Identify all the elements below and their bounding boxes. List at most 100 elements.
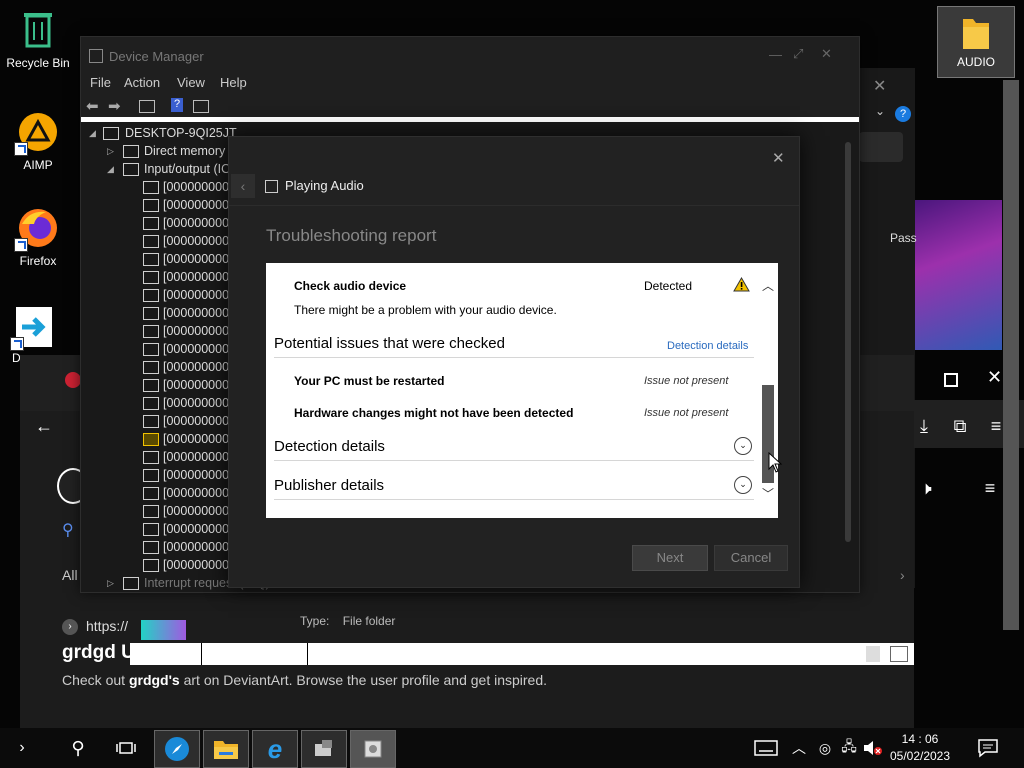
device-icon <box>143 559 159 572</box>
taskbar-app-internet-explorer[interactable]: e <box>252 730 298 768</box>
task-view-icon[interactable] <box>104 730 148 766</box>
result-url[interactable]: https:// <box>86 618 128 634</box>
help-icon[interactable]: ? <box>895 106 911 122</box>
collapsed-arrow-icon: ▷ <box>107 146 114 156</box>
volume-muted-icon[interactable] <box>860 730 886 766</box>
expand-publisher-icon[interactable]: ⌄ <box>734 476 752 494</box>
taskbar-app-troubleshooter[interactable] <box>350 730 396 768</box>
clock-date: 05/02/2023 <box>889 749 951 763</box>
desktop-icon-label: AUDIO <box>956 55 995 69</box>
back-button[interactable]: ‹ <box>231 174 255 198</box>
forward-icon[interactable]: ➡ <box>108 97 121 115</box>
result-chevron-icon[interactable]: › <box>62 619 78 635</box>
menu-bar: File Action View Help <box>81 73 859 95</box>
result-thumbnail <box>141 620 186 640</box>
desktop-icon-firefox[interactable]: Firefox <box>0 206 76 268</box>
webcam-icon[interactable]: ◎ <box>812 730 838 766</box>
desktop-icon-recycle-bin[interactable]: Recycle Bin <box>0 8 76 70</box>
result-description: Check out grdgd's art on DeviantArt. Bro… <box>62 672 548 688</box>
device-manager-title-bar: Device Manager — ⤢ ✕ <box>81 37 859 73</box>
search-icon[interactable]: ⚲ <box>56 730 100 766</box>
maximize-icon[interactable] <box>944 373 958 387</box>
close-icon[interactable]: ✕ <box>772 149 785 167</box>
scroll-down-icon[interactable]: ﹀ <box>762 485 774 502</box>
start-chevron-icon[interactable]: › <box>0 730 44 766</box>
device-icon <box>143 397 159 410</box>
compass-icon <box>165 737 189 761</box>
side-scrollbar[interactable] <box>1003 80 1019 630</box>
device-icon <box>143 235 159 248</box>
device-icon <box>143 505 159 518</box>
maximize-icon[interactable]: ⤢ <box>793 46 803 62</box>
help-icon[interactable]: ? <box>171 98 183 112</box>
browser-tab-icon[interactable] <box>65 372 81 388</box>
tree-scrollbar[interactable] <box>845 142 851 542</box>
search-icon[interactable]: ⚲ <box>62 520 74 540</box>
warning-device-icon <box>143 433 159 446</box>
internet-explorer-icon: e <box>267 733 283 764</box>
result-heading[interactable]: grdgd U <box>62 642 135 664</box>
desktop-icon-label: Recycle Bin <box>6 56 70 70</box>
scroll-up-icon[interactable]: ︿ <box>762 277 774 294</box>
close-icon[interactable]: ✕ <box>987 367 1002 388</box>
device-icon <box>143 199 159 212</box>
minimize-icon[interactable]: — <box>769 47 782 62</box>
menu-help[interactable]: Help <box>220 75 247 90</box>
check-title: Check audio device <box>294 279 407 293</box>
chevron-right-icon[interactable]: › <box>900 567 905 583</box>
shortcut-arrow-icon <box>14 238 28 252</box>
firefox-icon <box>14 206 60 252</box>
notification-center-icon[interactable] <box>966 730 1010 766</box>
app-icon <box>10 305 56 351</box>
publisher-details-section[interactable]: Publisher details <box>274 477 384 494</box>
device-manager-icon <box>89 49 103 63</box>
chevron-down-icon[interactable]: ⌄ <box>875 104 885 118</box>
potential-issues-title: Potential issues that were checked <box>274 335 505 352</box>
close-icon[interactable]: ✕ <box>821 46 832 62</box>
menu-action[interactable]: Action <box>124 75 160 90</box>
back-icon[interactable]: ⬅ <box>86 97 99 115</box>
taskbar-app-safari[interactable] <box>154 730 200 768</box>
extensions-icon[interactable]: ⧉ <box>940 406 980 446</box>
search-box[interactable] <box>859 132 903 162</box>
detection-details-section[interactable]: Detection details <box>274 438 385 455</box>
details-strip <box>130 643 914 665</box>
detection-details-link[interactable]: Detection details <box>667 340 748 352</box>
speaker-icon[interactable]: 🕨 <box>906 468 946 508</box>
device-icon <box>143 469 159 482</box>
details-view-icon[interactable] <box>866 646 880 662</box>
collapsed-arrow-icon: ▷ <box>107 578 114 588</box>
properties-icon[interactable] <box>139 100 155 113</box>
taskbar-app-device-manager[interactable] <box>301 730 347 768</box>
menu-view[interactable]: View <box>177 75 205 90</box>
clock[interactable]: 14 : 06 05/02/2023 <box>885 731 955 765</box>
device-icon <box>143 523 159 536</box>
network-icon[interactable]: 🖧 <box>836 730 862 766</box>
cancel-button[interactable]: Cancel <box>714 545 788 571</box>
show-hidden-icons-icon[interactable]: ︿ <box>784 730 814 766</box>
recycle-bin-icon <box>16 8 60 52</box>
desktop-icon-audio-folder[interactable]: AUDIO <box>937 6 1015 78</box>
separator <box>274 499 754 500</box>
touch-keyboard-icon[interactable] <box>744 730 788 766</box>
update-driver-icon[interactable] <box>193 100 209 113</box>
expanded-arrow-icon: ◢ <box>89 128 96 138</box>
next-button[interactable]: Next <box>632 545 708 571</box>
device-category-icon <box>123 577 139 590</box>
troubleshooting-report-panel[interactable]: Check audio device Detected There might … <box>266 263 778 518</box>
back-icon[interactable]: ← <box>24 406 64 446</box>
window-title: Device Manager <box>109 49 204 64</box>
desktop-icon-aimp[interactable]: AIMP <box>0 110 76 172</box>
device-icon <box>143 253 159 266</box>
expand-detection-icon[interactable]: ⌄ <box>734 437 752 455</box>
close-icon[interactable]: ✕ <box>873 76 886 96</box>
taskbar-app-file-explorer[interactable] <box>203 730 249 768</box>
tab-all[interactable]: All <box>62 567 78 583</box>
issue-status: Issue not present <box>644 407 729 419</box>
type-label: Type: File folder <box>300 614 396 628</box>
menu-file[interactable]: File <box>90 75 111 90</box>
device-icon <box>143 361 159 374</box>
download-icon[interactable]: ⤓ <box>904 406 944 446</box>
warning-icon <box>733 276 750 297</box>
preview-view-icon[interactable] <box>890 646 908 662</box>
